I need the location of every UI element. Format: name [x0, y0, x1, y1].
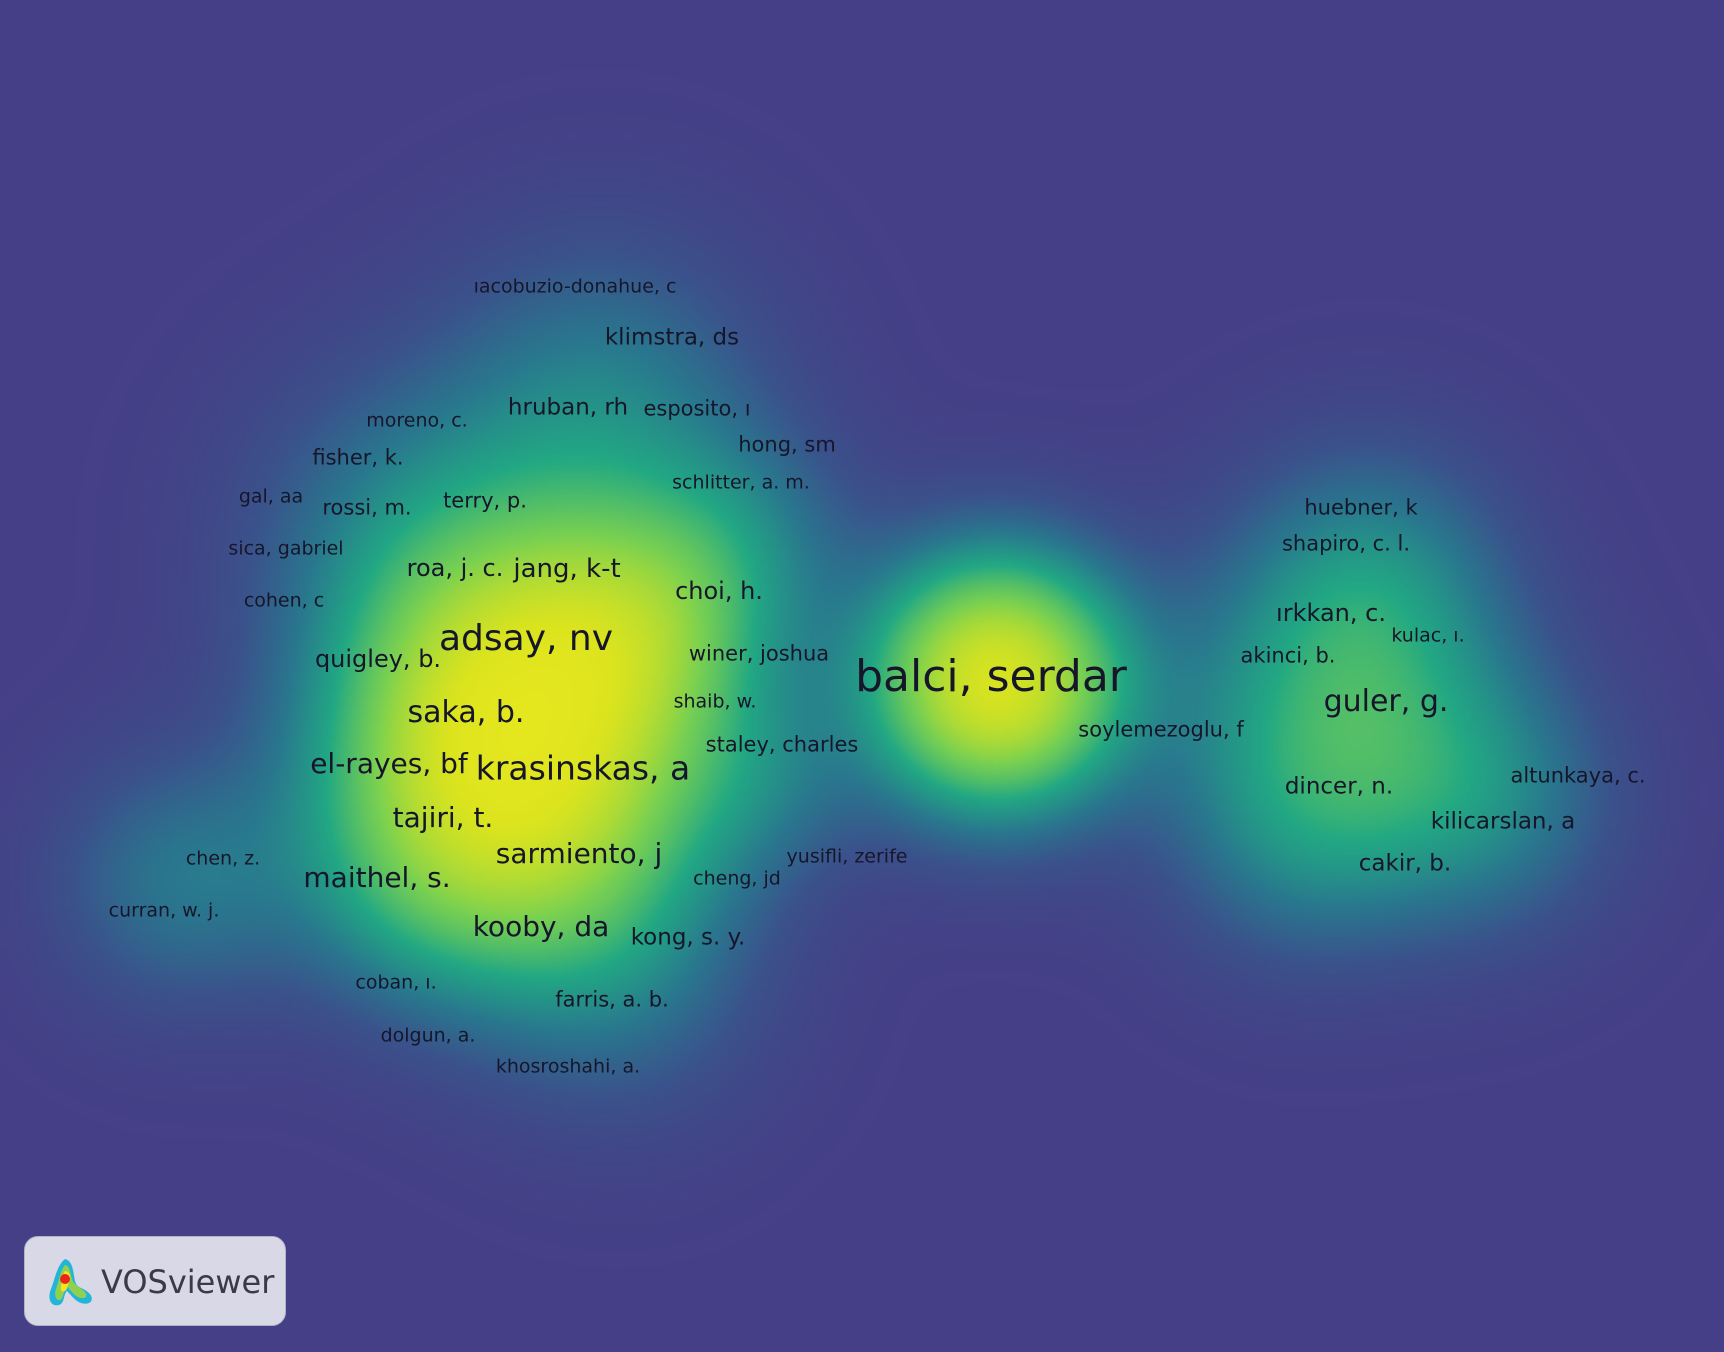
author-label[interactable]: chen, z. — [186, 849, 260, 869]
author-label[interactable]: hruban, rh — [508, 396, 628, 420]
author-label[interactable]: khosroshahi, a. — [496, 1057, 640, 1077]
author-label[interactable]: el-rayes, bf — [310, 750, 468, 778]
author-label[interactable]: cakir, b. — [1359, 852, 1451, 876]
author-label[interactable]: rossi, m. — [322, 497, 411, 519]
author-label[interactable]: kulac, ı. — [1391, 626, 1464, 646]
author-label[interactable]: adsay, nv — [439, 621, 613, 657]
author-label[interactable]: gal, aa — [239, 487, 303, 507]
author-label[interactable]: cohen, c — [244, 591, 324, 611]
author-label[interactable]: guler, g. — [1324, 687, 1449, 717]
author-label[interactable]: cheng, jd — [693, 869, 781, 889]
author-label[interactable]: moreno, c. — [366, 411, 467, 431]
author-label[interactable]: choi, h. — [675, 579, 763, 603]
author-label[interactable]: yusifli, zerife — [787, 847, 908, 867]
author-label[interactable]: ırkkan, c. — [1276, 601, 1386, 625]
author-label[interactable]: sica, gabriel — [228, 539, 343, 559]
author-label[interactable]: klimstra, ds — [605, 326, 739, 350]
author-label[interactable]: fisher, k. — [312, 447, 403, 469]
author-label[interactable]: farris, a. b. — [555, 989, 669, 1011]
author-label[interactable]: soylemezoglu, f — [1078, 719, 1243, 741]
author-label[interactable]: shapiro, c. l. — [1282, 533, 1410, 555]
author-label[interactable]: curran, w. j. — [109, 901, 220, 921]
author-label[interactable]: ıacobuzio-donahue, c — [474, 277, 677, 297]
vosviewer-logo-icon — [49, 1259, 92, 1306]
author-label[interactable]: quigley, b. — [315, 647, 441, 671]
author-label[interactable]: staley, charles — [706, 734, 859, 756]
author-label[interactable]: jang, k-t — [513, 556, 620, 582]
author-label[interactable]: sarmiento, j — [496, 840, 662, 868]
author-label[interactable]: kooby, da — [473, 913, 610, 941]
author-label[interactable]: schlitter, a. m. — [672, 473, 810, 493]
app-name: VOSviewer — [101, 1263, 275, 1301]
density-map[interactable]: ıacobuzio-donahue, c klimstra, ds moreno… — [0, 0, 1724, 1352]
author-label[interactable]: dolgun, a. — [381, 1026, 476, 1046]
author-label[interactable]: kilicarslan, a — [1431, 810, 1575, 834]
author-label[interactable]: altunkaya, c. — [1510, 765, 1645, 787]
author-label[interactable]: balci, serdar — [855, 655, 1127, 699]
author-label[interactable]: coban, ı. — [355, 973, 436, 993]
author-label[interactable]: akinci, b. — [1241, 645, 1336, 667]
author-label[interactable]: saka, b. — [408, 698, 525, 728]
author-label[interactable]: winer, joshua — [689, 643, 829, 665]
author-label[interactable]: dincer, n. — [1285, 775, 1393, 799]
author-label[interactable]: krasinskas, a — [476, 752, 691, 785]
author-label[interactable]: terry, p. — [443, 490, 527, 512]
vosviewer-logo-badge[interactable]: VOSviewer — [24, 1236, 286, 1326]
author-label[interactable]: tajiri, t. — [393, 804, 494, 832]
author-label[interactable]: huebner, k — [1304, 497, 1417, 519]
author-label[interactable]: roa, j. c. — [407, 556, 504, 580]
author-label[interactable]: kong, s. y. — [631, 926, 746, 950]
author-label[interactable]: maithel, s. — [303, 864, 450, 892]
author-label[interactable]: shaib, w. — [674, 692, 757, 712]
author-label[interactable]: hong, sm — [738, 434, 836, 456]
author-label[interactable]: esposito, ı — [643, 398, 750, 420]
